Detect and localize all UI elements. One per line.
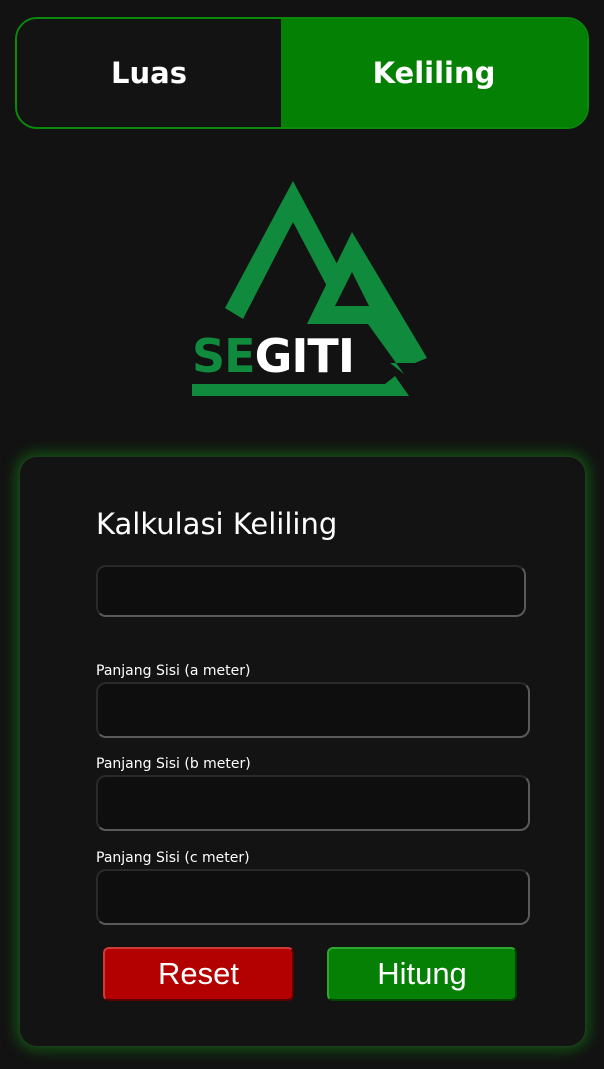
logo-text-giti: GITI xyxy=(255,329,354,383)
reset-button[interactable]: Reset xyxy=(103,947,294,1001)
tab-luas[interactable]: Luas xyxy=(17,19,281,127)
side-b-input[interactable] xyxy=(96,775,530,831)
hitung-button[interactable]: Hitung xyxy=(327,947,517,1001)
label-side-a: Panjang Sisi (a meter) xyxy=(96,663,251,679)
label-side-c: Panjang Sisi (c meter) xyxy=(96,850,250,866)
side-a-input[interactable] xyxy=(96,682,530,738)
calculator-card: Kalkulasi Keliling Panjang Sisi (a meter… xyxy=(19,456,586,1047)
tab-keliling[interactable]: Keliling xyxy=(281,19,587,127)
mode-tabs: Luas Keliling xyxy=(15,17,589,129)
label-side-b: Panjang Sisi (b meter) xyxy=(96,756,251,772)
segiti-logo: SEGITI xyxy=(192,181,427,396)
result-field[interactable] xyxy=(96,565,526,617)
side-c-input[interactable] xyxy=(96,869,530,925)
card-title: Kalkulasi Keliling xyxy=(96,507,338,541)
logo-text-se: SE xyxy=(192,329,255,383)
logo-text: SEGITI xyxy=(192,329,354,383)
